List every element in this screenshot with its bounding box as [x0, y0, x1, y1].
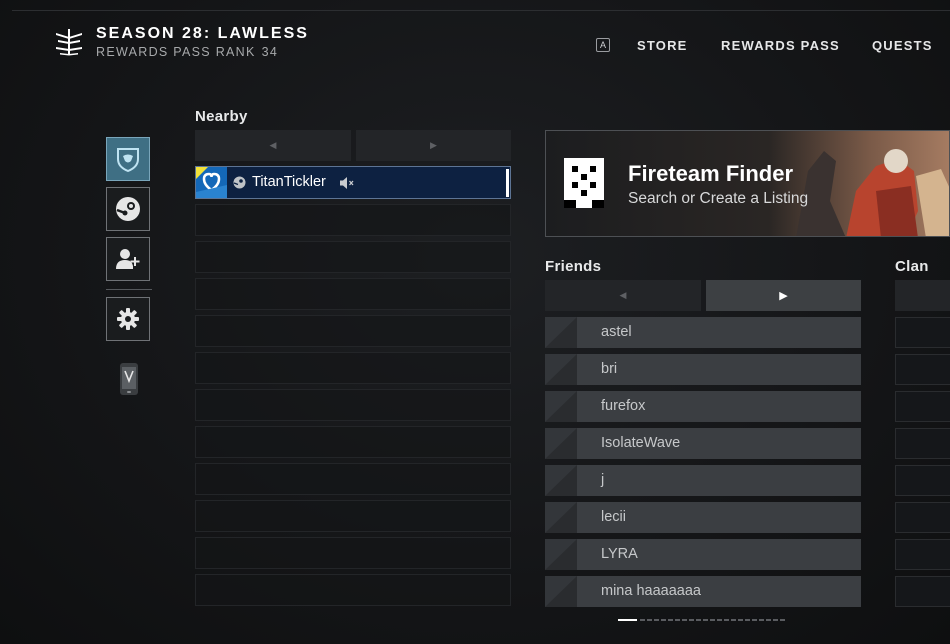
clan-empty-slot	[895, 576, 950, 607]
friend-row[interactable]: bri	[545, 354, 861, 385]
steam-icon	[233, 176, 246, 189]
clan-shield-icon	[117, 148, 139, 173]
nearby-empty-slot	[195, 241, 511, 273]
friend-row[interactable]: IsolateWave	[545, 428, 861, 459]
rank-value: 34	[261, 45, 279, 59]
clan-empty-slot	[895, 354, 950, 385]
friend-emblem	[545, 576, 577, 607]
season-title: SEASON 28: LAWLESS	[96, 25, 309, 42]
right-arrow-icon: ▶	[430, 140, 437, 150]
nearby-empty-slot	[195, 426, 511, 458]
settings-button[interactable]	[106, 297, 150, 341]
fireteam-finder-subtitle: Search or Create a Listing	[628, 190, 809, 207]
player-emblem	[196, 167, 227, 198]
clan-empty-slot	[895, 502, 950, 533]
clan-label: Clan	[895, 258, 929, 275]
left-arrow-icon: ◀	[269, 140, 277, 150]
left-arrow-icon: ◀	[619, 290, 627, 300]
companion-app-button[interactable]	[118, 362, 140, 396]
nearby-empty-slot	[195, 315, 511, 347]
nav-quests[interactable]: QUESTS	[872, 38, 933, 53]
friend-name: astel	[601, 324, 632, 340]
friend-emblem	[545, 465, 577, 496]
nearby-empty-slot	[195, 500, 511, 532]
nav-rewards-pass[interactable]: REWARDS PASS	[721, 38, 840, 53]
nearby-empty-slot	[195, 352, 511, 384]
friend-emblem	[545, 428, 577, 459]
clan-prev-tab[interactable]	[895, 280, 950, 311]
friend-row[interactable]: lecii	[545, 502, 861, 533]
nearby-empty-slot	[195, 574, 511, 606]
add-friend-icon	[116, 249, 140, 269]
friends-next-tab[interactable]: ▶	[706, 280, 861, 311]
clan-button[interactable]	[106, 137, 150, 181]
nearby-player-row[interactable]: TitanTickler	[195, 166, 511, 199]
companion-app-icon	[120, 363, 138, 395]
nearby-label: Nearby	[195, 108, 248, 125]
friend-name: bri	[601, 361, 618, 377]
friend-row[interactable]: LYRA	[545, 539, 861, 570]
clan-empty-slot	[895, 465, 950, 496]
friend-row[interactable]: mina haaaaaaa	[545, 576, 861, 607]
nearby-empty-slot	[195, 463, 511, 495]
season-emblem-icon	[56, 29, 82, 56]
selection-marker	[506, 169, 509, 197]
muted-speaker-icon[interactable]	[339, 176, 355, 190]
page-indicator-active	[618, 619, 637, 621]
nearby-player-name: TitanTickler	[252, 174, 326, 190]
add-friend-button[interactable]	[106, 237, 150, 281]
friends-label: Friends	[545, 258, 602, 275]
fireteam-finder-icon	[564, 158, 604, 208]
friend-row[interactable]: j	[545, 465, 861, 496]
friend-name: lecii	[601, 509, 626, 525]
friend-row[interactable]: astel	[545, 317, 861, 348]
rail-divider	[106, 289, 152, 290]
nearby-empty-slot	[195, 204, 511, 236]
friend-row[interactable]: furefox	[545, 391, 861, 422]
nearby-empty-slot	[195, 389, 511, 421]
friend-name: mina haaaaaaa	[601, 583, 701, 599]
fireteam-finder-title: Fireteam Finder	[628, 161, 794, 186]
friend-name: IsolateWave	[601, 435, 681, 451]
right-arrow-icon: ▶	[779, 290, 788, 302]
friend-name: furefox	[601, 398, 646, 414]
top-divider	[12, 10, 950, 11]
friend-emblem	[545, 354, 577, 385]
nearby-prev-tab[interactable]: ◀	[195, 130, 351, 161]
clan-empty-slot	[895, 428, 950, 459]
friends-prev-tab[interactable]: ◀	[545, 280, 701, 311]
fireteam-finder-banner[interactable]: Fireteam Finder Search or Create a Listi…	[545, 130, 950, 237]
gear-icon	[117, 308, 139, 330]
rewards-pass-rank: REWARDS PASS RANK 34	[96, 45, 278, 59]
clan-empty-slot	[895, 391, 950, 422]
friend-emblem	[545, 539, 577, 570]
steam-icon	[116, 197, 140, 221]
steam-button[interactable]	[106, 187, 150, 231]
nearby-next-tab[interactable]: ▶	[356, 130, 511, 161]
friend-name: LYRA	[601, 546, 638, 562]
nearby-empty-slot	[195, 278, 511, 310]
friend-emblem	[545, 502, 577, 533]
rank-label: REWARDS PASS RANK	[96, 45, 256, 59]
page-indicator-dots	[640, 619, 785, 621]
friend-name: j	[601, 472, 605, 488]
clan-empty-slot	[895, 317, 950, 348]
clan-empty-slot	[895, 539, 950, 570]
friend-emblem	[545, 317, 577, 348]
nearby-empty-slot	[195, 537, 511, 569]
friend-emblem	[545, 391, 577, 422]
nav-store[interactable]: STORE	[637, 38, 688, 53]
key-hint-a: A	[596, 38, 610, 52]
